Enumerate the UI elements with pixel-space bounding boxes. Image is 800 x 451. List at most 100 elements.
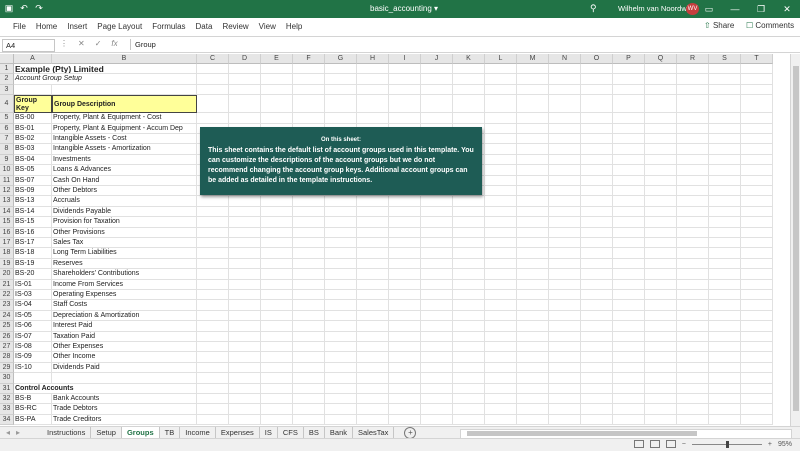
cell[interactable] — [709, 74, 741, 85]
cell[interactable] — [389, 113, 421, 124]
cell-group-key[interactable]: BS-15 — [14, 217, 52, 228]
cell[interactable] — [453, 258, 485, 270]
cell[interactable] — [709, 144, 741, 155]
cell[interactable] — [741, 310, 773, 322]
cell[interactable] — [293, 74, 325, 85]
cell[interactable] — [709, 206, 741, 218]
cell[interactable] — [581, 404, 613, 415]
cell[interactable] — [645, 394, 677, 405]
cell-group-key[interactable]: Account Group Setup — [14, 74, 82, 85]
cell[interactable] — [229, 217, 261, 228]
cell[interactable] — [645, 217, 677, 228]
cell[interactable] — [613, 227, 645, 238]
user-name[interactable]: Wilhelm van Noordwyk — [618, 4, 694, 13]
cell-group-key[interactable]: IS-01 — [14, 279, 52, 290]
cell[interactable] — [517, 217, 549, 228]
cell[interactable] — [709, 113, 741, 124]
cell[interactable] — [229, 404, 261, 415]
cell-group-description[interactable]: Income From Services — [52, 279, 197, 290]
scroll-thumb[interactable] — [793, 66, 799, 411]
cell[interactable] — [261, 279, 293, 290]
cell[interactable] — [549, 64, 581, 75]
cell[interactable] — [581, 206, 613, 218]
cell[interactable] — [197, 373, 229, 384]
cell[interactable] — [485, 206, 517, 218]
cell[interactable] — [357, 279, 389, 290]
cell-group-description[interactable]: Other Debtors — [52, 186, 197, 197]
cell[interactable] — [709, 238, 741, 249]
cell[interactable] — [613, 154, 645, 166]
row-header[interactable]: 10 — [0, 165, 14, 176]
cell[interactable] — [581, 165, 613, 176]
cell[interactable] — [389, 279, 421, 290]
row-header[interactable]: 29 — [0, 362, 14, 374]
cell[interactable] — [229, 269, 261, 280]
cell[interactable] — [389, 248, 421, 259]
cell[interactable] — [549, 342, 581, 353]
cell[interactable] — [325, 362, 357, 374]
column-header-b[interactable]: B — [52, 54, 197, 64]
cell[interactable] — [261, 342, 293, 353]
cell-group-key[interactable] — [14, 373, 52, 384]
cell[interactable] — [389, 238, 421, 249]
column-header-a[interactable]: A — [14, 54, 52, 64]
cell[interactable] — [677, 414, 709, 426]
cell[interactable] — [453, 206, 485, 218]
cell[interactable] — [197, 113, 229, 124]
cell-group-key[interactable]: BS-04 — [14, 154, 52, 166]
column-header-k[interactable]: K — [453, 54, 485, 64]
cell[interactable] — [549, 290, 581, 301]
cell[interactable] — [581, 310, 613, 322]
cell[interactable] — [485, 331, 517, 342]
column-header-s[interactable]: S — [709, 54, 741, 64]
column-header-m[interactable]: M — [517, 54, 549, 64]
cell-group-description[interactable]: Property, Plant & Equipment - Accum Dep — [52, 123, 197, 134]
cell[interactable] — [197, 279, 229, 290]
cell[interactable] — [645, 310, 677, 322]
cell[interactable] — [645, 404, 677, 415]
cell[interactable] — [613, 383, 645, 394]
row-header[interactable]: 2 — [0, 74, 14, 85]
cell[interactable] — [357, 95, 389, 114]
cell[interactable] — [677, 165, 709, 176]
cell-group-key[interactable]: BS-00 — [14, 113, 52, 124]
cell[interactable] — [517, 321, 549, 332]
cell[interactable] — [645, 248, 677, 259]
cell[interactable] — [229, 321, 261, 332]
zoom-out-icon[interactable]: − — [682, 441, 686, 448]
row-header[interactable]: 30 — [0, 373, 14, 384]
cell[interactable] — [293, 362, 325, 374]
cell[interactable] — [549, 300, 581, 311]
cell[interactable] — [485, 196, 517, 207]
cell[interactable] — [357, 269, 389, 280]
cell[interactable] — [613, 394, 645, 405]
cell[interactable] — [517, 352, 549, 363]
column-header-d[interactable]: D — [229, 54, 261, 64]
cell[interactable] — [325, 342, 357, 353]
cell[interactable] — [421, 394, 453, 405]
cell[interactable] — [709, 165, 741, 176]
cell[interactable] — [357, 342, 389, 353]
column-header-j[interactable]: J — [421, 54, 453, 64]
cell[interactable] — [517, 269, 549, 280]
cell[interactable] — [645, 373, 677, 384]
cell[interactable] — [677, 279, 709, 290]
cell[interactable] — [517, 373, 549, 384]
cell[interactable] — [197, 269, 229, 280]
cell[interactable] — [549, 123, 581, 134]
cell[interactable] — [421, 217, 453, 228]
cell-group-key[interactable]: IS-10 — [14, 362, 52, 374]
cell-group-description[interactable]: Long Term Liabilities — [52, 248, 197, 259]
cell[interactable] — [293, 394, 325, 405]
cell[interactable] — [453, 279, 485, 290]
cell[interactable] — [261, 331, 293, 342]
cell[interactable] — [549, 95, 581, 114]
cell[interactable] — [421, 331, 453, 342]
fx-icon[interactable]: fx — [111, 39, 117, 48]
cell[interactable] — [293, 64, 325, 75]
cell[interactable] — [677, 331, 709, 342]
cell[interactable] — [741, 394, 773, 405]
cancel-icon[interactable]: ✕ — [78, 39, 85, 48]
cell-group-key[interactable]: BS-01 — [14, 123, 52, 134]
cell[interactable] — [645, 352, 677, 363]
